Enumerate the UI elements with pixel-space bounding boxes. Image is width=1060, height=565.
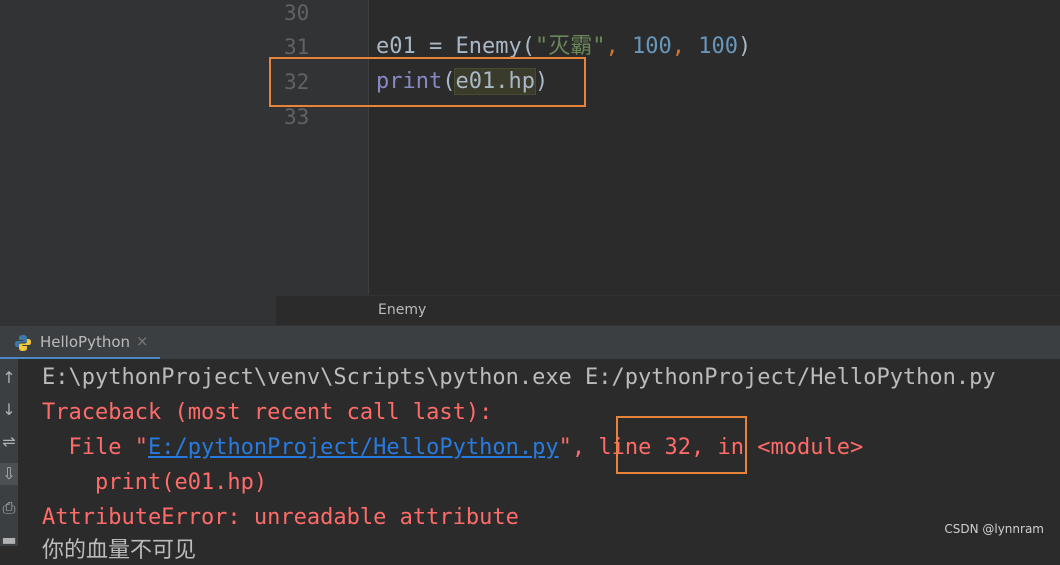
code-token: ) (737, 34, 752, 59)
soft-wrap-icon[interactable]: ⇌ (0, 431, 18, 453)
console-file-link[interactable]: E:/pythonProject/HelloPython.py (148, 435, 559, 460)
python-icon (15, 335, 31, 351)
console-source-line: print(e01.hp) (42, 470, 268, 495)
run-console[interactable]: E:\pythonProject\venv\Scripts\python.exe… (18, 359, 1060, 563)
arrow-down-icon[interactable]: ↓ (0, 399, 18, 421)
breadcrumb[interactable]: Enemy (378, 302, 426, 318)
trash-icon[interactable]: ▬ (0, 529, 18, 551)
code-string: "灭霸" (534, 34, 606, 59)
scroll-to-end-icon[interactable]: ⇩ (0, 463, 18, 485)
breadcrumb-bar: Enemy (276, 295, 1060, 326)
console-text: ", (558, 435, 599, 460)
highlight-box-code (269, 57, 586, 107)
code-number: 100 (631, 34, 672, 59)
console-command-line: E:\pythonProject\venv\Scripts\python.exe… (42, 365, 996, 390)
code-token: , (671, 34, 699, 59)
code-editor[interactable]: 30 31 32 33 e01 = Enemy("灭霸", 100, 100) … (276, 0, 1060, 295)
line-number-gutter: 30 31 32 33 (276, 0, 369, 295)
line-number: 31 (284, 35, 310, 59)
line-number: 30 (284, 1, 310, 25)
run-tab-bar: HelloPython × (0, 325, 1060, 360)
console-output-line: 你的血量不可见 (42, 538, 197, 563)
run-tab[interactable]: HelloPython × (0, 326, 160, 360)
console-text: File " (42, 435, 148, 460)
print-icon[interactable]: ⎙ (0, 497, 18, 519)
highlight-box-line-ref (616, 416, 747, 474)
console-error-line: AttributeError: unreadable attribute (42, 505, 519, 530)
code-number: 100 (698, 34, 738, 59)
arrow-up-icon[interactable]: ↑ (0, 367, 18, 389)
watermark: CSDN @lynnram (944, 522, 1044, 536)
run-tab-label: HelloPython (40, 333, 131, 351)
console-toolbar: ↑ ↓ ⇌ ⇩ ⎙ ▬ (0, 359, 18, 549)
line-number: 33 (284, 105, 310, 129)
close-icon[interactable]: × (136, 332, 149, 350)
code-token: , (605, 34, 632, 59)
project-panel-edge (0, 0, 276, 325)
console-traceback-header: Traceback (most recent call last): (42, 400, 493, 425)
code-token: e01 = Enemy( (376, 34, 535, 59)
